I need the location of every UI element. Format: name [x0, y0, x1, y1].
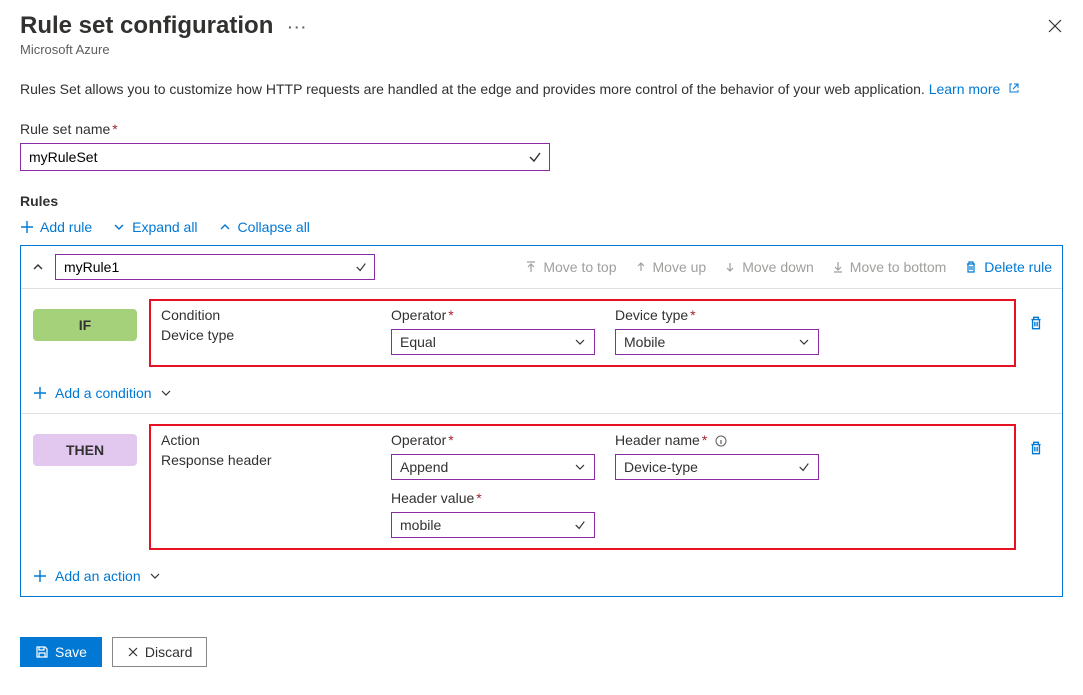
plus-icon — [20, 220, 34, 234]
arrow-up-icon — [635, 261, 647, 273]
expand-all-button[interactable]: Expand all — [112, 219, 197, 235]
add-action-button[interactable]: Add an action — [21, 560, 1062, 596]
discard-button[interactable]: Discard — [112, 637, 207, 667]
chevron-down-icon — [574, 461, 586, 473]
header-value-label: Header value* — [391, 490, 595, 506]
ruleset-name-label: Rule set name* — [20, 121, 1063, 137]
delete-rule-button[interactable]: Delete rule — [964, 259, 1052, 275]
description-text: Rules Set allows you to customize how HT… — [20, 81, 1063, 97]
arrow-bottom-icon — [832, 261, 844, 273]
action-value: Response header — [161, 452, 371, 468]
chevron-up-icon — [218, 220, 232, 234]
arrow-down-icon — [724, 261, 736, 273]
header-value-input[interactable]: mobile — [391, 512, 595, 538]
operator-label: Operator* — [391, 307, 595, 323]
arrow-top-icon — [525, 261, 537, 273]
plus-icon — [33, 569, 47, 583]
more-icon[interactable]: ··· — [288, 19, 308, 35]
page-subtitle: Microsoft Azure — [20, 42, 308, 57]
close-icon[interactable] — [1047, 18, 1063, 34]
move-down-button: Move down — [724, 259, 814, 275]
collapse-rule-icon[interactable] — [31, 260, 45, 274]
action-label: Action — [161, 432, 371, 448]
required-indicator: * — [112, 121, 117, 137]
rules-heading: Rules — [20, 193, 1063, 209]
chevron-down-icon — [112, 220, 126, 234]
delete-condition-icon[interactable] — [1028, 315, 1044, 331]
action-highlight: Action Response header Operator* Append … — [149, 424, 1016, 550]
chevron-down-icon — [149, 570, 161, 582]
checkmark-icon — [798, 461, 810, 473]
checkmark-icon — [528, 150, 542, 164]
save-icon — [35, 645, 49, 659]
delete-action-icon[interactable] — [1028, 440, 1044, 456]
if-badge: IF — [33, 309, 137, 341]
condition-value: Device type — [161, 327, 371, 343]
action-operator-select[interactable]: Append — [391, 454, 595, 480]
operator-select[interactable]: Equal — [391, 329, 595, 355]
condition-label: Condition — [161, 307, 371, 323]
then-badge: THEN — [33, 434, 137, 466]
rule-name-input[interactable] — [55, 254, 375, 280]
page-title: Rule set configuration ··· — [20, 12, 308, 40]
header-name-input[interactable]: Device-type — [615, 454, 819, 480]
add-condition-button[interactable]: Add a condition — [21, 377, 1062, 413]
checkmark-icon — [355, 261, 367, 273]
header-name-label: Header name* — [615, 432, 819, 448]
trash-icon — [964, 260, 978, 274]
external-link-icon — [1008, 82, 1020, 94]
move-to-top-button: Move to top — [525, 259, 616, 275]
device-type-select[interactable]: Mobile — [615, 329, 819, 355]
add-rule-button[interactable]: Add rule — [20, 219, 92, 235]
chevron-down-icon — [574, 336, 586, 348]
chevron-down-icon — [798, 336, 810, 348]
plus-icon — [33, 386, 47, 400]
collapse-all-button[interactable]: Collapse all — [218, 219, 310, 235]
checkmark-icon — [574, 519, 586, 531]
ruleset-name-input[interactable] — [20, 143, 550, 171]
move-to-bottom-button: Move to bottom — [832, 259, 947, 275]
condition-highlight: Condition Device type Operator* Equal De… — [149, 299, 1016, 367]
close-icon — [127, 646, 139, 658]
device-type-label: Device type* — [615, 307, 819, 323]
rule-card: Move to top Move up Move down Move to bo… — [20, 245, 1063, 597]
save-button[interactable]: Save — [20, 637, 102, 667]
chevron-down-icon — [160, 387, 172, 399]
move-up-button: Move up — [635, 259, 707, 275]
action-operator-label: Operator* — [391, 432, 595, 448]
learn-more-link[interactable]: Learn more — [929, 81, 1020, 97]
info-icon[interactable] — [715, 435, 727, 447]
